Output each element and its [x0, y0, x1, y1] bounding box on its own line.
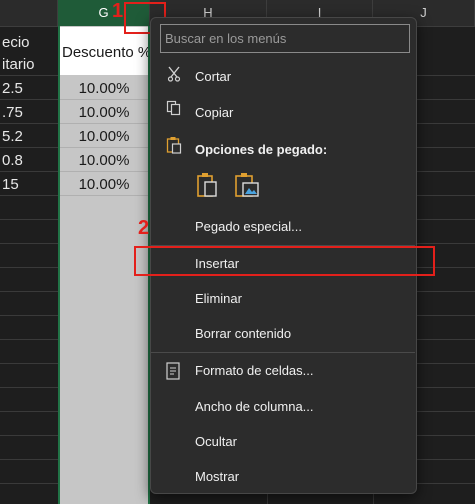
menu-item-hide[interactable]: Ocultar: [195, 434, 237, 449]
cell-price[interactable]: 0.8: [2, 152, 23, 169]
cell-discount[interactable]: 10.00%: [60, 152, 148, 169]
annotation-step-1: 1: [112, 0, 124, 22]
paste-options-label: Opciones de pegado:: [195, 142, 328, 157]
menu-search-input[interactable]: Buscar en los menús: [160, 24, 410, 53]
grid-line: [0, 339, 58, 340]
grid-line: [417, 195, 475, 196]
grid-line: [0, 219, 58, 220]
cell-price[interactable]: 15: [2, 176, 19, 193]
grid-line: [417, 363, 475, 364]
cell-price[interactable]: .75: [2, 104, 23, 121]
grid-line: [60, 99, 148, 100]
paste-picture-icon[interactable]: [234, 172, 260, 198]
grid-line: [60, 147, 148, 148]
format-cells-icon: [166, 362, 180, 383]
grid-line: [60, 123, 148, 124]
grid-line: [0, 315, 58, 316]
copy-icon: [166, 100, 182, 119]
grid-line: [417, 483, 475, 484]
grid-line: [417, 99, 475, 100]
annotation-step-2: 2: [138, 217, 150, 239]
grid-line: [0, 99, 58, 100]
cell-discount[interactable]: 10.00%: [60, 80, 148, 97]
menu-item-delete[interactable]: Eliminar: [195, 291, 242, 306]
grid-line: [60, 195, 148, 196]
grid-line: [0, 147, 58, 148]
grid-line: [417, 315, 475, 316]
cell-price[interactable]: 5.2: [2, 128, 23, 145]
menu-item-column-width[interactable]: Ancho de columna...: [195, 399, 314, 414]
menu-item-unhide[interactable]: Mostrar: [195, 469, 239, 484]
menu-item-insert[interactable]: Insertar: [195, 256, 239, 271]
grid-line: [0, 387, 58, 388]
grid-line: [0, 291, 58, 292]
grid-line: [0, 483, 58, 484]
cell-discount[interactable]: 10.00%: [60, 176, 148, 193]
cell-price[interactable]: 2.5: [2, 80, 23, 97]
clipboard-icon: [166, 136, 182, 157]
grid-line: [417, 75, 475, 76]
annotation-box-2: [134, 246, 435, 276]
grid-line: [417, 291, 475, 292]
grid-line: [0, 171, 58, 172]
menu-item-copy[interactable]: Copiar: [195, 105, 233, 120]
menu-separator: [151, 352, 415, 353]
grid-line: [0, 123, 58, 124]
grid-line: [417, 339, 475, 340]
grid-line: [0, 75, 58, 76]
grid-line: [60, 171, 148, 172]
grid-line: [417, 459, 475, 460]
menu-item-cut[interactable]: Cortar: [195, 69, 231, 84]
cell-price-header-line1[interactable]: ecio: [2, 34, 30, 51]
grid-line: [417, 123, 475, 124]
grid-line: [417, 147, 475, 148]
cell-discount[interactable]: 10.00%: [60, 128, 148, 145]
grid-line: [0, 243, 58, 244]
grid-line: [417, 387, 475, 388]
column-header-f[interactable]: [0, 0, 58, 26]
grid-line: [417, 171, 475, 172]
grid-line: [0, 195, 58, 196]
cell-discount-header-text: Descuento %: [62, 44, 148, 61]
grid-line: [417, 243, 475, 244]
scissors-icon: [167, 66, 181, 85]
grid-line: [417, 219, 475, 220]
menu-item-format-cells[interactable]: Formato de celdas...: [195, 363, 314, 378]
menu-item-paste-special[interactable]: Pegado especial...: [195, 219, 302, 234]
menu-item-clear-contents[interactable]: Borrar contenido: [195, 326, 291, 341]
grid-line: [0, 267, 58, 268]
grid-line: [417, 435, 475, 436]
paste-icon[interactable]: [196, 172, 218, 198]
grid-line: [0, 411, 58, 412]
grid-line: [417, 411, 475, 412]
cell-price-header-line2[interactable]: itario: [2, 56, 35, 73]
cell-discount[interactable]: 10.00%: [60, 104, 148, 121]
grid-line: [0, 459, 58, 460]
grid-line: [0, 435, 58, 436]
grid-line: [0, 363, 58, 364]
